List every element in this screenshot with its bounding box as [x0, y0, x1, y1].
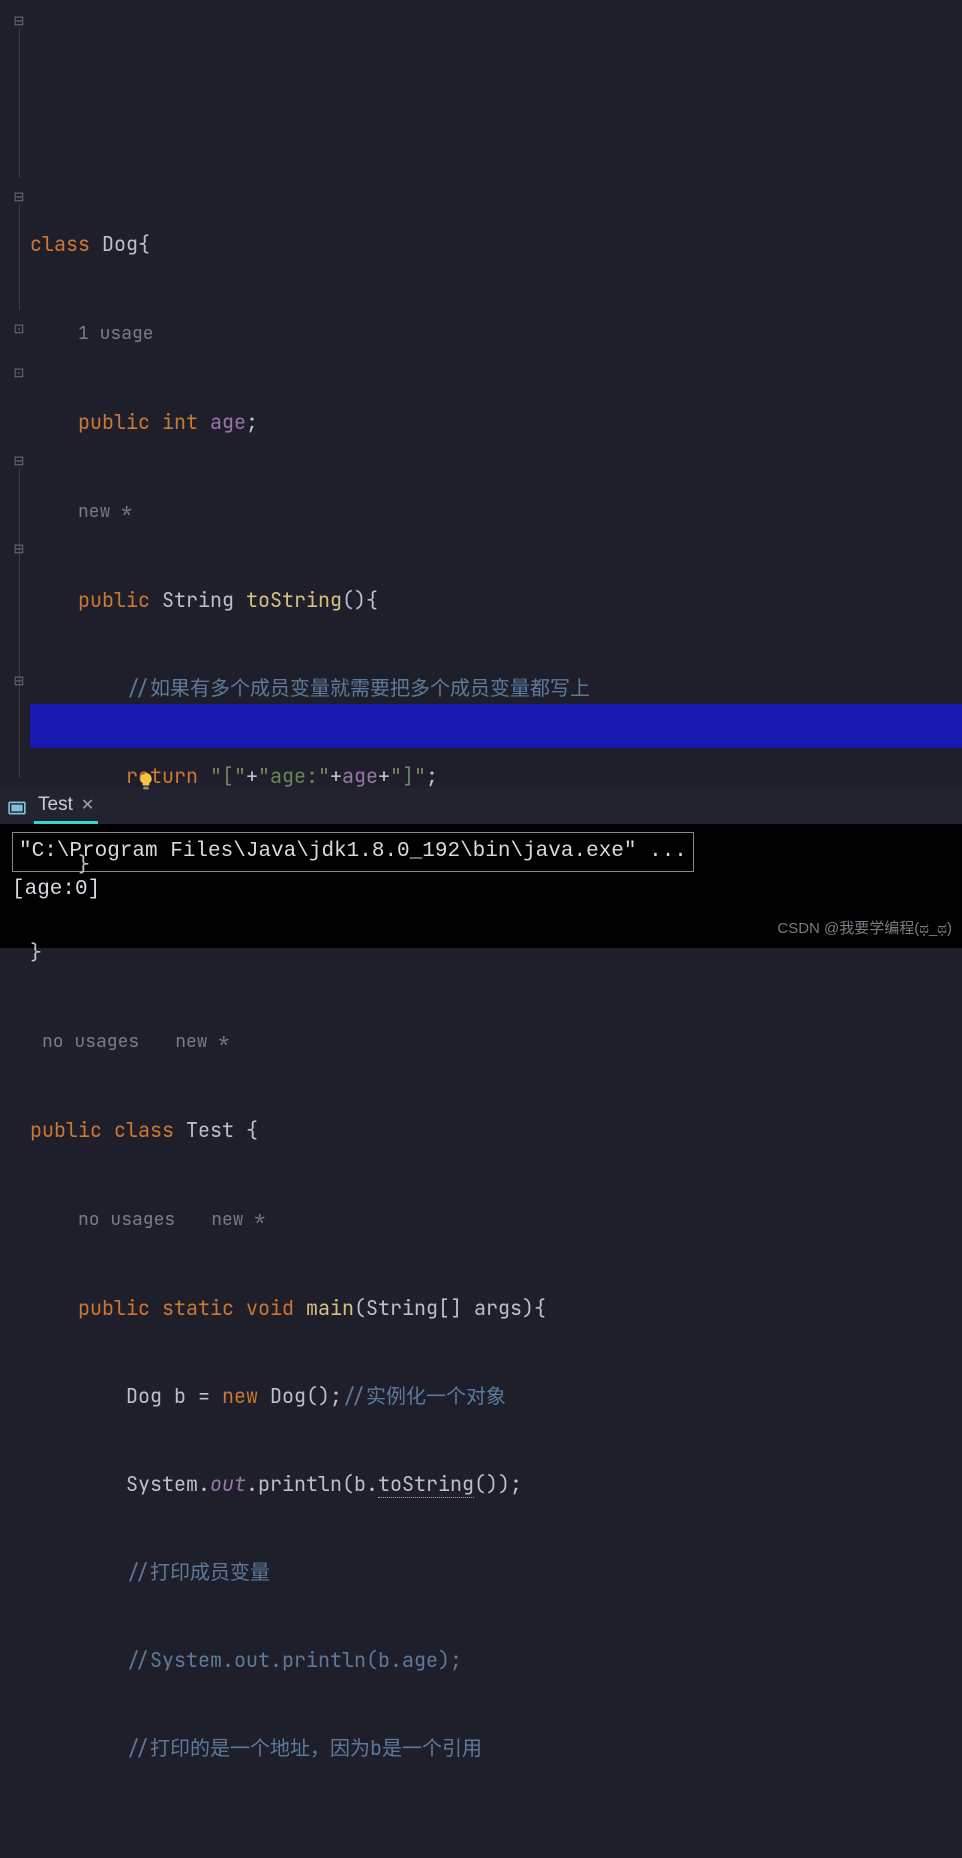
- code-line: public class Test {: [30, 1108, 962, 1152]
- usage-hint[interactable]: 1 usage: [30, 310, 962, 356]
- code-line: public String toString(){: [30, 578, 962, 622]
- code-line: public int age;: [30, 400, 962, 444]
- lightbulb-icon[interactable]: [65, 717, 83, 735]
- code-line: public static void main(String[] args){: [30, 1286, 962, 1330]
- code-line: //打印的是一个地址，因为b是一个引用: [30, 1726, 962, 1770]
- fold-line: [19, 468, 20, 778]
- code-editor[interactable]: ⊟ ⊟ ⊡ ⊡ ⊟ ⊟ ⊟ class Dog{ 1 usage public …: [0, 0, 962, 788]
- usage-hint[interactable]: new *: [30, 488, 962, 534]
- code-line: System.out.println(b.toString());: [30, 1462, 962, 1506]
- fold-icon[interactable]: ⊟: [12, 14, 26, 28]
- code-line: return "["+"age:"+age+"]";: [30, 754, 962, 798]
- run-icon: [8, 797, 26, 815]
- code-line: //打印成员变量: [30, 1550, 962, 1594]
- code-line: class Dog{: [30, 222, 962, 266]
- usage-hint[interactable]: no usages new *: [30, 1018, 962, 1064]
- code-area[interactable]: class Dog{ 1 usage public int age; new *…: [30, 0, 962, 788]
- gutter: ⊟ ⊟ ⊡ ⊡ ⊟ ⊟ ⊟: [0, 0, 30, 788]
- cursor-line-highlight: [30, 704, 962, 748]
- fold-line: [19, 28, 20, 178]
- code-line: //System.out.println(b.age);: [30, 1638, 962, 1682]
- fold-icon[interactable]: ⊟: [12, 542, 26, 556]
- fold-end-icon[interactable]: ⊡: [12, 322, 26, 336]
- code-line: }: [30, 842, 962, 886]
- fold-end-icon[interactable]: ⊡: [12, 366, 26, 380]
- fold-icon[interactable]: ⊟: [12, 454, 26, 468]
- fold-icon[interactable]: ⊟: [12, 674, 26, 688]
- code-line: }: [30, 930, 962, 974]
- fold-line: [19, 204, 20, 310]
- fold-icon[interactable]: ⊟: [12, 190, 26, 204]
- code-line: //如果有多个成员变量就需要把多个成员变量都写上: [30, 666, 962, 710]
- code-line: Dog b = new Dog();//实例化一个对象: [30, 1374, 962, 1418]
- usage-hint[interactable]: no usages new *: [30, 1196, 962, 1242]
